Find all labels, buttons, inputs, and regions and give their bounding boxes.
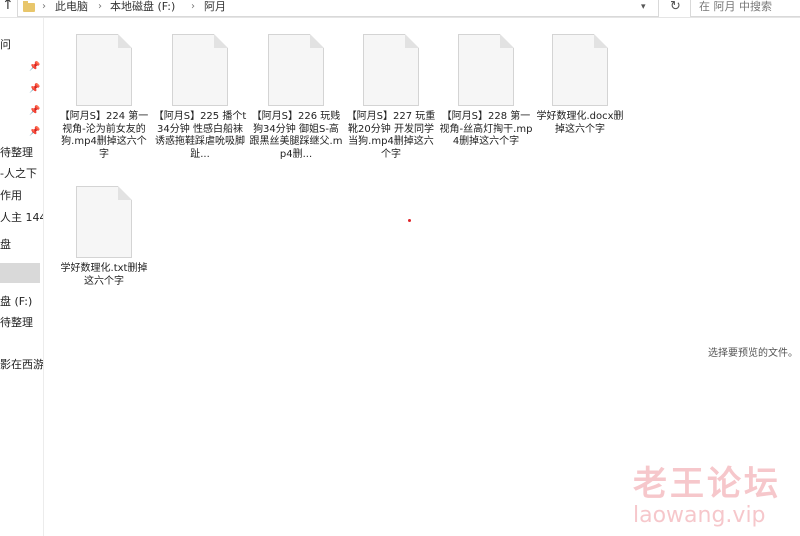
file-item[interactable]: 【阿月S】227 玩重靴20分钟 开发同学当狗.mp4删掉这六个字 (344, 34, 438, 161)
chevron-right-icon: › (98, 1, 102, 12)
file-name: 【阿月S】227 玩重靴20分钟 开发同学当狗.mp4删掉这六个字 (346, 111, 436, 160)
refresh-icon[interactable]: ↻ (670, 0, 681, 14)
nav-item[interactable]: -人之下 (0, 167, 37, 181)
nav-item[interactable]: 影在西游 (0, 358, 43, 372)
file-item[interactable]: 【阿月S】226 玩贱狗34分钟 御姐S-高跟黑丝美腿踩继父.mp4删... (249, 34, 343, 161)
nav-item[interactable]: 盘 (0, 238, 11, 252)
breadcrumb-this-pc[interactable]: 此电脑 (55, 0, 88, 14)
nav-item[interactable]: 人主 144- (0, 211, 43, 225)
document-icon (458, 34, 514, 106)
file-name: 【阿月S】226 玩贱狗34分钟 御姐S-高跟黑丝美腿踩继父.mp4删... (249, 111, 343, 160)
address-bar[interactable]: › 此电脑 › 本地磁盘 (F:) › 阿月 (17, 0, 659, 17)
pin-icon: 📌 (29, 106, 41, 116)
watermark-title: 老王论坛 (633, 464, 781, 504)
nav-item[interactable]: 作用 (0, 189, 22, 203)
cursor-dot (408, 219, 411, 222)
pin-icon: 📌 (29, 62, 41, 72)
address-toolbar: ↑ › 此电脑 › 本地磁盘 (F:) › 阿月 ▾ ↻ 在 阿月 中搜索 (0, 0, 800, 18)
chevron-right-icon: › (191, 1, 195, 12)
document-icon (172, 34, 228, 106)
file-item[interactable]: 学好数理化.docx删掉这六个字 (533, 34, 627, 136)
search-placeholder: 在 阿月 中搜索 (699, 0, 772, 13)
pin-icon: 📌 (29, 127, 41, 137)
nav-item[interactable]: 问 (0, 38, 11, 52)
folder-icon (23, 1, 35, 12)
file-name: 【阿月S】228 第一视角-丝高灯掏干.mp4删掉这六个字 (439, 111, 533, 147)
navigation-pane[interactable]: 问 📌 📌 📌 📌 待整理 -人之下 作用 人主 144- 盘 盘 (F:) 待… (0, 18, 44, 536)
pin-icon: 📌 (29, 84, 41, 94)
nav-item[interactable]: 待整理 (0, 146, 33, 160)
watermark-url: laowang.vip (633, 503, 766, 528)
file-item[interactable]: 【阿月S】224 第一视角-沦为前女友的狗.mp4删掉这六个字 (57, 34, 151, 161)
document-icon (76, 34, 132, 106)
nav-item[interactable]: 待整理 (0, 316, 33, 330)
file-name: 学好数理化.txt删掉这六个字 (60, 263, 148, 287)
search-box[interactable]: 在 阿月 中搜索 (690, 0, 800, 17)
file-name: 【阿月S】225 播个t34分钟 性感白船袜诱惑拖鞋踩虐吮吸脚趾... (153, 111, 247, 160)
file-item[interactable]: 【阿月S】228 第一视角-丝高灯掏干.mp4删掉这六个字 (439, 34, 533, 149)
chevron-right-icon: › (42, 1, 46, 12)
nav-item-drive-f[interactable]: 盘 (F:) (0, 295, 32, 309)
breadcrumb-folder[interactable]: 阿月 (204, 0, 226, 14)
file-item[interactable]: 学好数理化.txt删掉这六个字 (57, 186, 151, 288)
document-icon (76, 186, 132, 258)
chevron-down-icon[interactable]: ▾ (641, 2, 646, 12)
preview-pane-message: 选择要预览的文件。 (708, 348, 798, 359)
document-icon (268, 34, 324, 106)
breadcrumb-drive-f[interactable]: 本地磁盘 (F:) (110, 0, 175, 14)
document-icon (552, 34, 608, 106)
document-icon (363, 34, 419, 106)
file-name: 【阿月S】224 第一视角-沦为前女友的狗.mp4删掉这六个字 (59, 111, 149, 160)
nav-item-selected[interactable] (0, 263, 40, 283)
file-name: 学好数理化.docx删掉这六个字 (536, 111, 624, 135)
up-arrow-icon[interactable]: ↑ (2, 0, 14, 13)
file-item[interactable]: 【阿月S】225 播个t34分钟 性感白船袜诱惑拖鞋踩虐吮吸脚趾... (153, 34, 247, 161)
